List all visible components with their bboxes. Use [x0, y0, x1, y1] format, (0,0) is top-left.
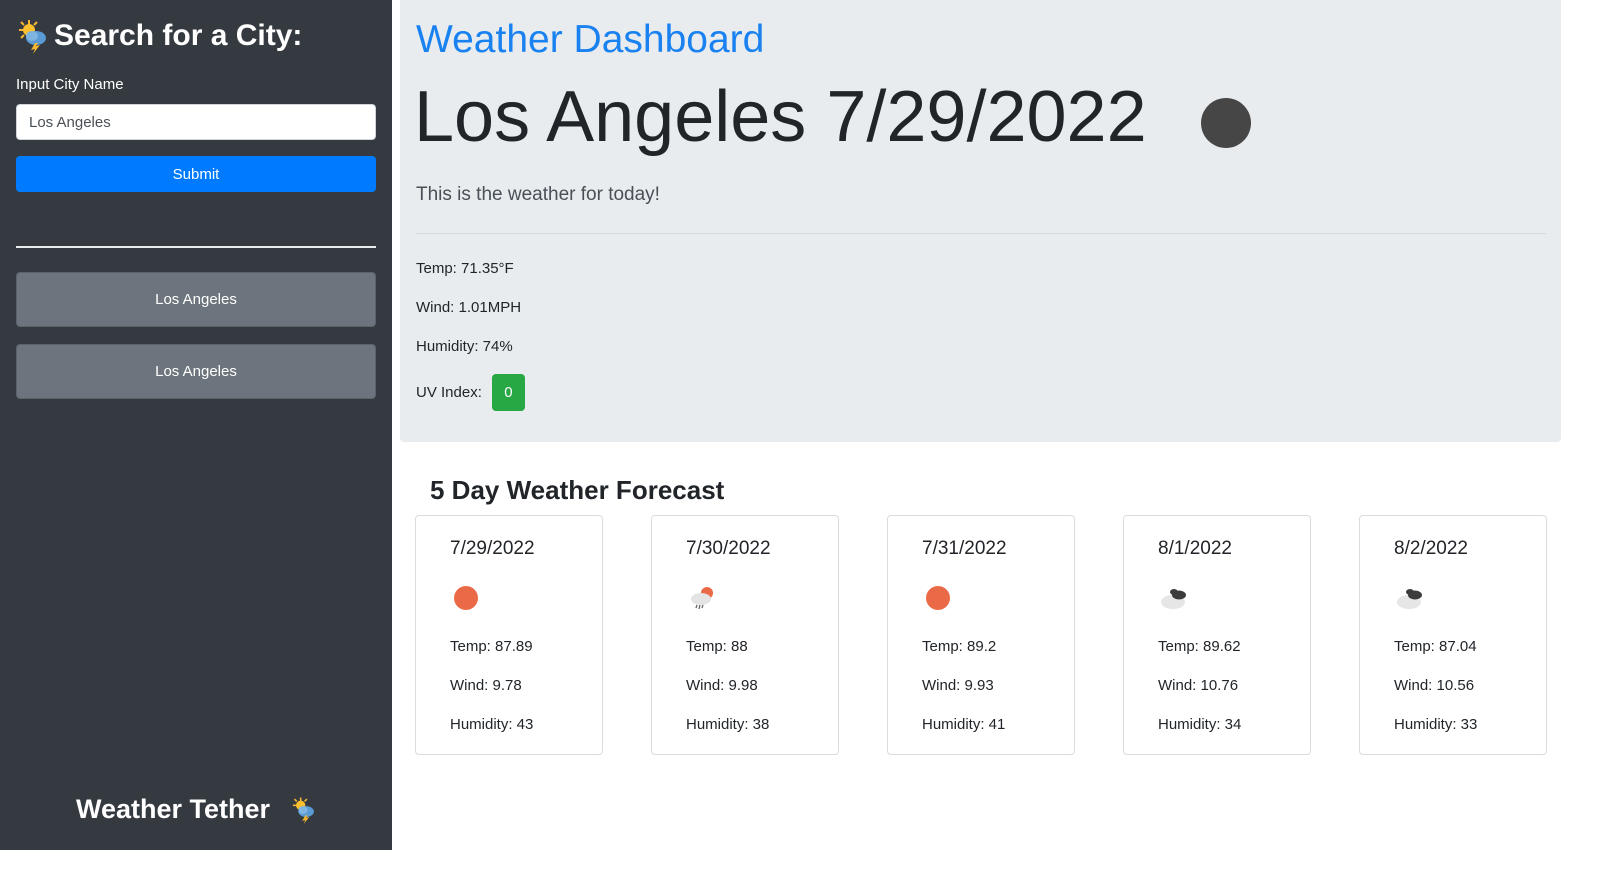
sun-icon: [922, 582, 954, 614]
forecast-temp: Temp: 88: [686, 638, 748, 655]
sun-storm-cloud-icon: [19, 20, 46, 54]
sidebar-divider: [16, 246, 376, 248]
forecast-date: 8/2/2022: [1394, 538, 1468, 559]
forecast-humidity: Humidity: 34: [1158, 716, 1242, 733]
forecast-wind: Wind: 10.56: [1394, 677, 1475, 694]
forecast-wind: Wind: 9.78: [450, 677, 522, 694]
forecast-temp: Temp: 89.62: [1158, 638, 1241, 655]
clouds-icon: [1397, 589, 1422, 609]
forecast-date: 7/30/2022: [686, 538, 771, 559]
current-weather-panel: Weather Dashboard Los Angeles 7/29/2022 …: [400, 0, 1561, 442]
forecast-temp: Temp: 87.89: [450, 638, 533, 655]
sidebar-footer: Weather Tether: [0, 794, 392, 825]
uv-index-label: UV Index:: [416, 384, 482, 401]
city-search-input[interactable]: [16, 104, 376, 140]
forecast-humidity: Humidity: 38: [686, 716, 770, 733]
forecast-temp: Temp: 89.2: [922, 638, 997, 655]
sun-icon: [450, 582, 482, 614]
sidebar-title: Search for a City:: [16, 18, 302, 54]
app: Search for a City: Input City Name Submi…: [0, 0, 1608, 872]
forecast-card: 8/1/2022 Temp: 89.62 Wind: 10.76 Humidit…: [1123, 515, 1311, 755]
city-date-text: Los Angeles 7/29/2022: [414, 77, 1147, 157]
forecast-date: 8/1/2022: [1158, 538, 1232, 559]
sun-rain-cloud-icon: [691, 587, 713, 610]
forecast-card: 7/31/2022 Temp: 89.2 Wind: 9.93 Humidity…: [887, 515, 1075, 755]
sidebar: Search for a City: Input City Name Submi…: [0, 0, 392, 850]
dark-circle-icon: [1200, 98, 1251, 148]
footer-title: Weather Tether: [75, 794, 271, 824]
forecast-temp: Temp: 87.04: [1394, 638, 1477, 655]
history-city-button[interactable]: Los Angeles: [16, 272, 376, 327]
forecast-card: 7/30/2022 Temp: 88 Wind: 9.98 Humidity: …: [651, 515, 839, 755]
page-title: Weather Dashboard: [416, 18, 765, 61]
forecast-card: 7/29/2022 Temp: 87.89 Wind: 9.78 Humidit…: [415, 515, 603, 755]
forecast-heading: 5 Day Weather Forecast: [430, 475, 725, 505]
forecast-humidity: Humidity: 33: [1394, 716, 1478, 733]
submit-button[interactable]: Submit: [16, 156, 376, 192]
uv-index-row: UV Index: 0: [416, 374, 525, 411]
current-temp: Temp: 71.35°F: [416, 260, 514, 277]
forecast-wind: Wind: 10.76: [1158, 677, 1239, 694]
sun-storm-cloud-icon: [292, 797, 314, 824]
forecast-humidity: Humidity: 43: [450, 716, 534, 733]
city-input-label: Input City Name: [16, 76, 124, 93]
forecast-wind: Wind: 9.98: [686, 677, 758, 694]
current-wind: Wind: 1.01MPH: [416, 299, 522, 316]
city-date-heading: Los Angeles 7/29/2022: [414, 76, 1251, 158]
forecast-wind: Wind: 9.93: [922, 677, 994, 694]
history-city-button[interactable]: Los Angeles: [16, 344, 376, 399]
forecast-date: 7/31/2022: [922, 538, 1007, 559]
lead-text: This is the weather for today!: [416, 184, 660, 205]
forecast-date: 7/29/2022: [450, 538, 535, 559]
sidebar-title-text: Search for a City:: [54, 19, 303, 52]
forecast-card: 8/2/2022 Temp: 87.04 Wind: 10.56 Humidit…: [1359, 515, 1547, 755]
forecast-humidity: Humidity: 41: [922, 716, 1006, 733]
divider: [416, 233, 1546, 234]
current-humidity: Humidity: 74%: [416, 338, 513, 355]
clouds-icon: [1161, 589, 1186, 609]
uv-index-badge: 0: [491, 374, 525, 411]
